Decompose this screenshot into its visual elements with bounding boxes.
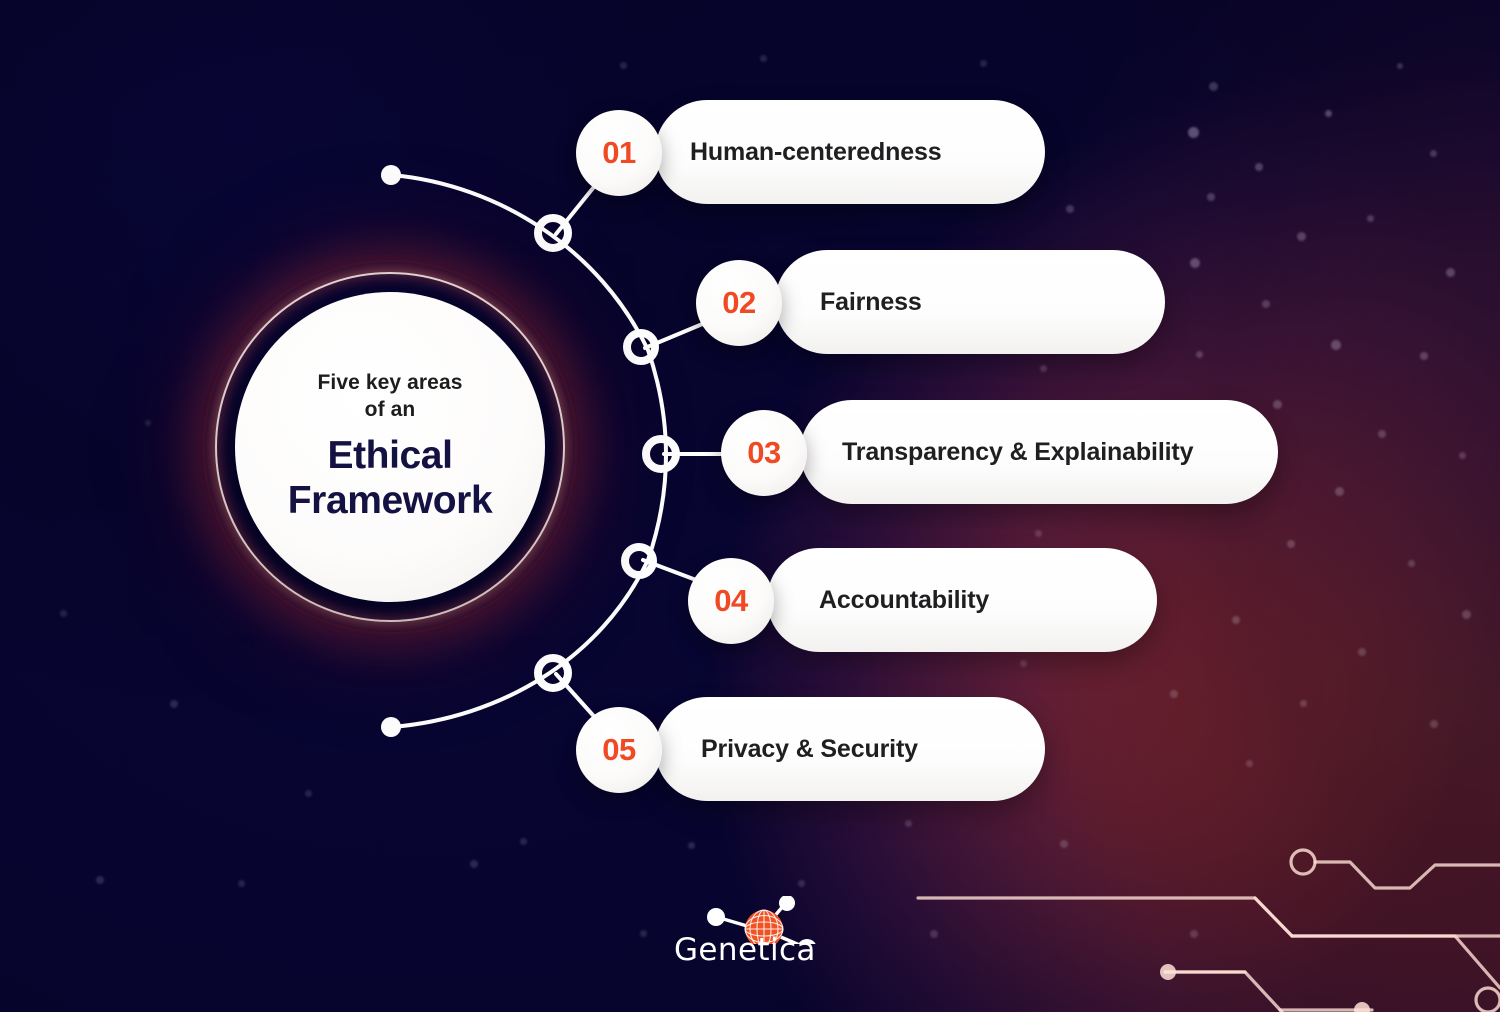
hub-title: Ethical Framework bbox=[287, 433, 493, 523]
item-number: 03 bbox=[747, 435, 781, 470]
item-number-badge[interactable]: 02 bbox=[696, 260, 782, 346]
central-hub: Five key areas of an Ethical Framework bbox=[205, 262, 575, 632]
item-number-badge[interactable]: 04 bbox=[688, 558, 774, 644]
infographic-canvas: Five key areas of an Ethical Framework H… bbox=[0, 0, 1500, 1012]
item-number-badge[interactable]: 03 bbox=[721, 410, 807, 496]
item-pill[interactable]: Human-centeredness bbox=[655, 100, 1045, 204]
item-label: Transparency & Explainability bbox=[842, 437, 1194, 466]
item-number-badge[interactable]: 01 bbox=[576, 110, 662, 196]
hub-subtitle-line1: Five key areas bbox=[317, 371, 463, 395]
item-number: 05 bbox=[602, 732, 636, 767]
item-label: Privacy & Security bbox=[701, 734, 918, 763]
item-number-badge[interactable]: 05 bbox=[576, 707, 662, 793]
item-number: 02 bbox=[722, 285, 756, 320]
hub-title-line1: Ethical bbox=[327, 434, 453, 478]
hub-circle: Five key areas of an Ethical Framework bbox=[235, 292, 545, 602]
item-number: 01 bbox=[602, 135, 636, 170]
item-pill[interactable]: Fairness bbox=[775, 250, 1165, 354]
circuit-ring-node bbox=[1474, 986, 1500, 1012]
logo-wordmark: Genetica bbox=[674, 932, 816, 968]
genetica-logo[interactable]: Genetica bbox=[672, 896, 842, 978]
circuit-ring-node bbox=[1289, 848, 1317, 876]
item-pill[interactable]: Accountability bbox=[767, 548, 1157, 652]
item-label: Accountability bbox=[819, 585, 990, 614]
item-label: Human-centeredness bbox=[690, 137, 942, 166]
item-number: 04 bbox=[714, 583, 748, 618]
item-label: Fairness bbox=[820, 287, 922, 316]
circuit-dot-node bbox=[1354, 1002, 1370, 1012]
hub-subtitle-line2: of an bbox=[364, 398, 416, 422]
item-pill[interactable]: Privacy & Security bbox=[655, 697, 1045, 801]
hub-title-line2: Framework bbox=[287, 479, 493, 523]
circuit-dot-node bbox=[1160, 964, 1176, 980]
hub-subtitle: Five key areas of an bbox=[317, 370, 462, 424]
arc-end-dot-bottom bbox=[381, 717, 401, 737]
circuit-trace-decoration bbox=[916, 848, 1500, 1012]
arc-end-dot-top bbox=[381, 165, 401, 185]
item-pill[interactable]: Transparency & Explainability bbox=[800, 400, 1278, 504]
